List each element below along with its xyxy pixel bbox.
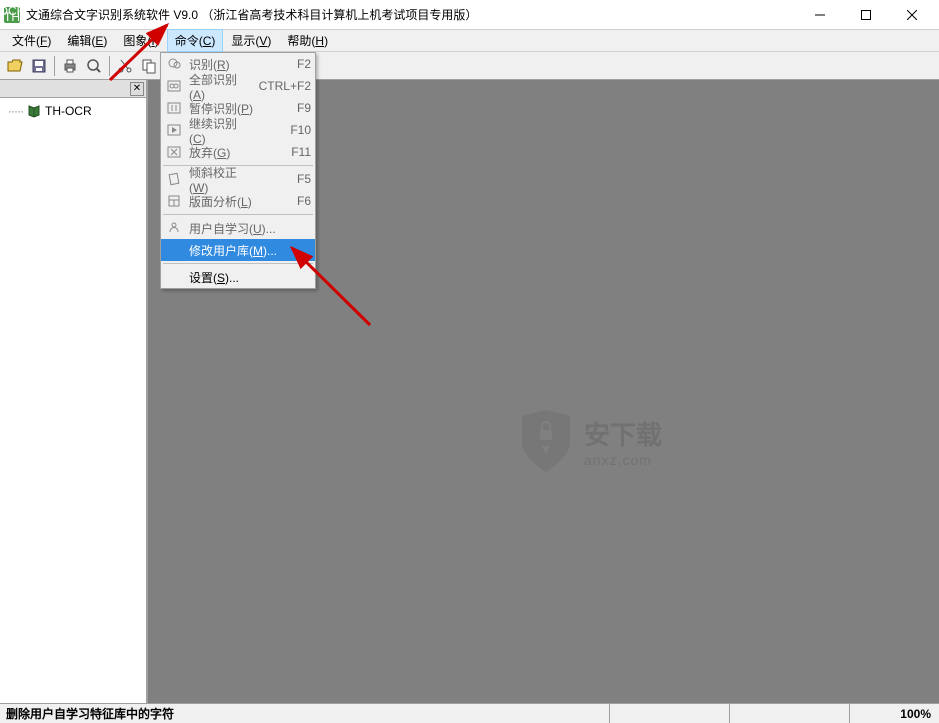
save-button[interactable] <box>28 55 50 77</box>
toolbar-separator <box>109 56 110 76</box>
copy-button[interactable] <box>138 55 160 77</box>
dropdown-item[interactable]: 版面分析(L) F6 <box>161 190 315 212</box>
watermark: 安下载 anxz.com <box>518 410 662 472</box>
recognize-icon <box>165 55 183 73</box>
watermark-text: 安下载 <box>584 415 662 452</box>
dropdown-item-label: 设置(S)... <box>189 269 311 286</box>
workspace: ✕ ····· TH-OCR 安下载 anxz.com <box>0 80 939 703</box>
dropdown-item-shortcut: F5 <box>261 172 311 186</box>
close-button[interactable] <box>889 0 935 30</box>
abort-icon <box>165 143 183 161</box>
dropdown-item[interactable]: 修改用户库(M)... <box>161 239 315 261</box>
dropdown-item-shortcut: F6 <box>261 194 311 208</box>
sidebar: ✕ ····· TH-OCR <box>0 80 148 703</box>
sidebar-header: ✕ <box>0 80 146 98</box>
sidebar-close-button[interactable]: ✕ <box>130 82 144 96</box>
print-button[interactable] <box>59 55 81 77</box>
window-title: 文通综合文字识别系统软件 V9.0 （浙江省高考技术科目计算机上机考试项目专用版… <box>26 6 797 23</box>
dropdown-item-label: 修改用户库(M)... <box>189 242 311 259</box>
toolbar-separator <box>54 56 55 76</box>
continue-icon <box>165 121 183 139</box>
toolbar <box>0 52 939 80</box>
status-zoom: 100% <box>849 704 939 723</box>
cut-button[interactable] <box>114 55 136 77</box>
status-cell <box>729 704 849 723</box>
window-controls <box>797 0 935 30</box>
dropdown-item[interactable]: 继续识别(C)F10 <box>161 119 315 141</box>
deskew-icon <box>165 170 183 188</box>
menu-item[interactable]: 帮助(H) <box>279 29 336 52</box>
pause-icon <box>165 99 183 117</box>
dropdown-item[interactable]: 放弃(G) F11 <box>161 141 315 163</box>
svg-text:TH: TH <box>4 10 20 23</box>
dropdown-item-label: 用户自学习(U)... <box>189 220 311 237</box>
dropdown-item[interactable]: 全部识别(A)CTRL+F2 <box>161 75 315 97</box>
layout-icon <box>165 192 183 210</box>
status-text: 删除用户自学习特征库中的字符 <box>0 705 609 722</box>
menu-item[interactable]: 显示(V) <box>223 29 279 52</box>
tree-view[interactable]: ····· TH-OCR <box>0 98 146 124</box>
learn-icon <box>165 219 183 237</box>
recognize-all-icon <box>165 77 183 95</box>
menu-item[interactable]: 图象(I) <box>115 29 166 52</box>
blank-icon <box>165 268 183 286</box>
dropdown-item[interactable]: 设置(S)... <box>161 266 315 288</box>
blank-icon <box>165 241 183 259</box>
tree-connector: ····· <box>8 104 23 118</box>
print-preview-button[interactable] <box>83 55 105 77</box>
minimize-button[interactable] <box>797 0 843 30</box>
dropdown-item-shortcut: F9 <box>261 101 311 115</box>
dropdown-separator <box>163 263 313 264</box>
watermark-url: anxz.com <box>584 452 662 468</box>
dropdown-item[interactable]: 倾斜校正(W)F5 <box>161 168 315 190</box>
titlebar: OCRTH 文通综合文字识别系统软件 V9.0 （浙江省高考技术科目计算机上机考… <box>0 0 939 30</box>
menu-item[interactable]: 文件(F) <box>4 29 59 52</box>
dropdown-item-shortcut: F2 <box>261 57 311 71</box>
book-icon <box>27 104 41 118</box>
maximize-button[interactable] <box>843 0 889 30</box>
app-icon: OCRTH <box>4 7 20 23</box>
menu-item[interactable]: 命令(C) <box>167 29 224 52</box>
dropdown-item-label: 放弃(G) <box>189 144 253 161</box>
dropdown-item-shortcut: F10 <box>261 123 311 137</box>
dropdown-item-shortcut: F11 <box>261 145 311 159</box>
status-cell <box>609 704 729 723</box>
dropdown-item-label: 版面分析(L) <box>189 193 253 210</box>
dropdown-separator <box>163 214 313 215</box>
tree-root-item[interactable]: ····· TH-OCR <box>8 104 138 118</box>
statusbar: 删除用户自学习特征库中的字符 100% <box>0 703 939 723</box>
dropdown-item[interactable]: 用户自学习(U)... <box>161 217 315 239</box>
tree-item-label: TH-OCR <box>45 104 92 118</box>
command-dropdown: 识别(R)F2全部识别(A)CTRL+F2暂停识别(P)F9继续识别(C)F10… <box>160 52 316 289</box>
dropdown-item-shortcut: CTRL+F2 <box>259 79 311 93</box>
menu-item[interactable]: 编辑(E) <box>59 29 115 52</box>
menubar: 文件(F)编辑(E)图象(I)命令(C)显示(V)帮助(H) <box>0 30 939 52</box>
open-button[interactable] <box>4 55 26 77</box>
